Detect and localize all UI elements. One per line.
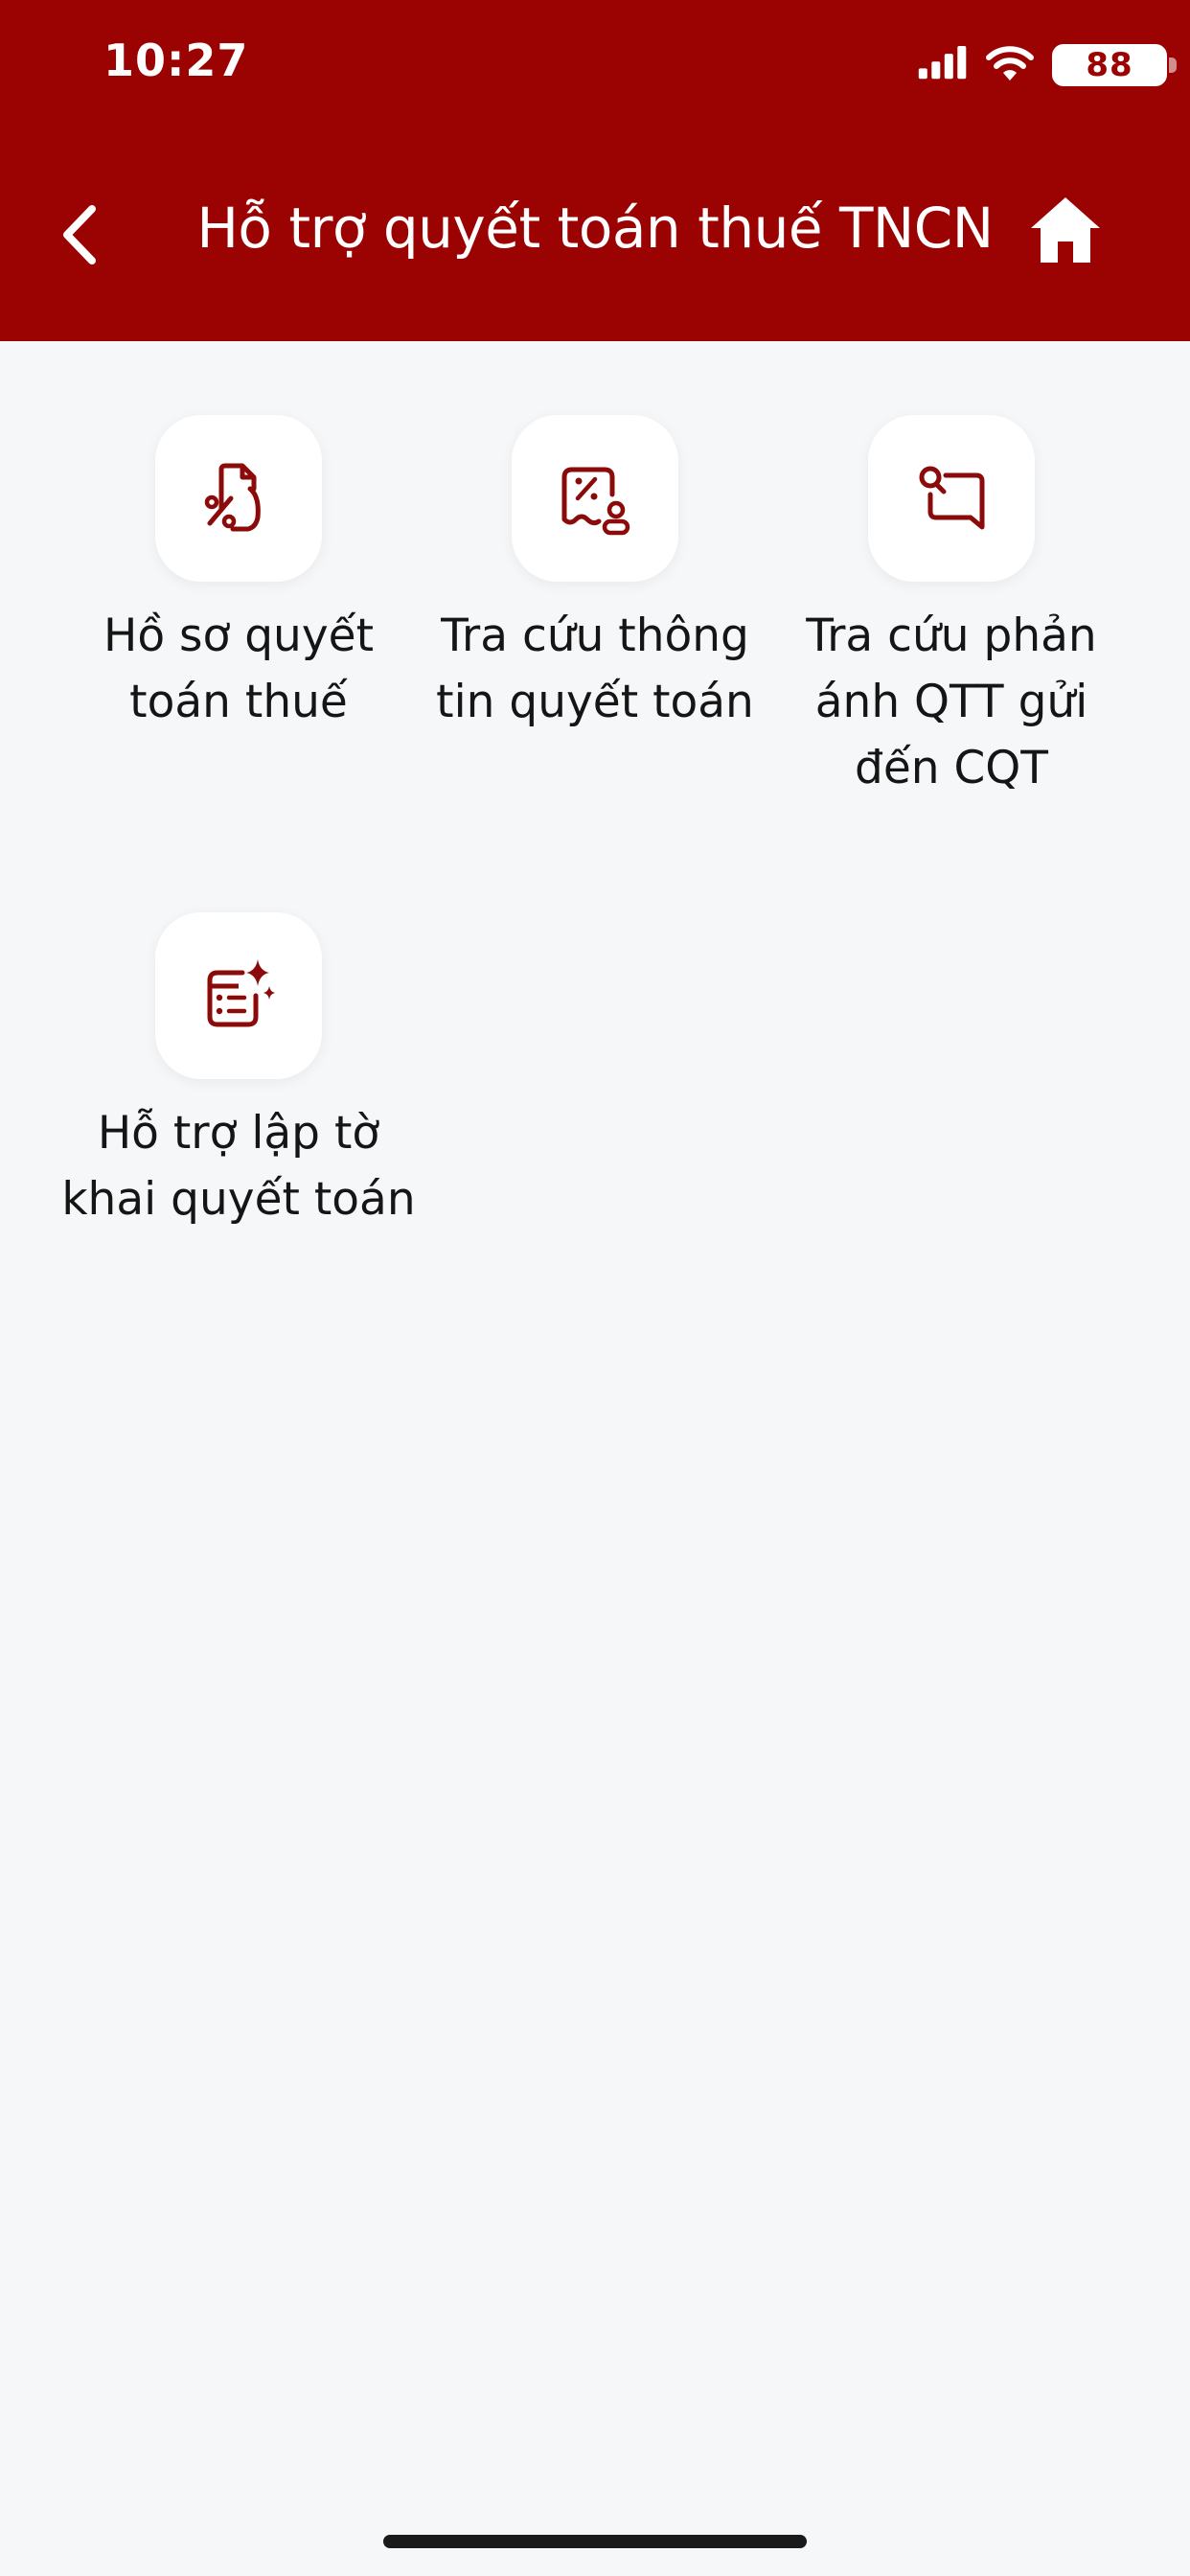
home-indicator[interactable]: [383, 2535, 807, 2548]
menu-item-tile: [868, 415, 1035, 582]
battery-cap: [1169, 58, 1177, 73]
cellular-signal-icon: [918, 46, 967, 80]
chevron-left-icon: [63, 205, 96, 264]
menu-item-label: Hồ sơ quyết toán thuế: [103, 610, 374, 728]
tax-document-icon: [204, 463, 261, 532]
declaration-assist-icon: [207, 959, 275, 1027]
menu-item-tile: [512, 415, 678, 582]
menu-item-tile: [155, 415, 322, 582]
home-button[interactable]: [1029, 196, 1102, 264]
menu-item-tile: [155, 912, 322, 1079]
page-title: Hỗ trợ quyết toán thuế TNCN: [196, 196, 994, 261]
app-header: 10:27 88 Hỗ trợ quyết toán thuế TNCN: [0, 0, 1190, 341]
menu-item-label: Tra cứu thông tin quyết toán: [436, 610, 754, 728]
menu-item-label: Tra cứu phản ánh QTT gửi đến CQT: [806, 610, 1097, 794]
home-icon: [1031, 197, 1100, 263]
back-button[interactable]: [54, 192, 111, 278]
wifi-icon: [986, 46, 1034, 80]
menu-item-label: Hỗ trợ lập tờ khai quyết toán: [61, 1107, 416, 1226]
status-time: 10:27: [103, 34, 249, 86]
battery-indicator: 88: [1052, 44, 1180, 86]
tax-lookup-icon: [561, 467, 630, 536]
battery-level: 88: [1052, 44, 1167, 86]
feedback-lookup-icon: [919, 466, 985, 530]
